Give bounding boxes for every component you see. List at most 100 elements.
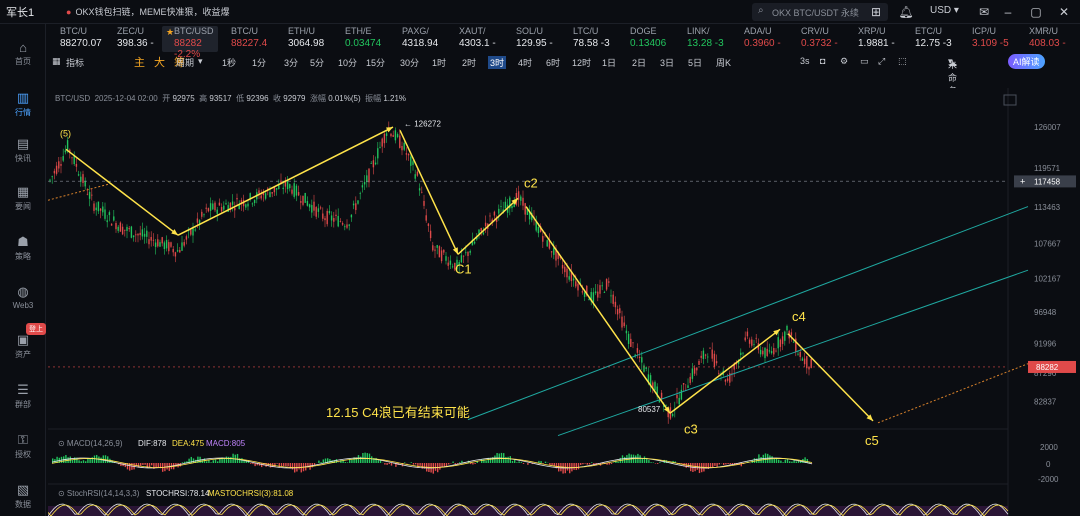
sidebar-item-flash[interactable]: ▤ 快讯 (0, 136, 46, 164)
brand-name[interactable]: 军长1 (6, 4, 34, 20)
ai-interpret-button[interactable]: AI解读 (1008, 54, 1045, 69)
camera-icon[interactable]: ◘ (820, 56, 825, 66)
chevron-down-icon[interactable]: ▾ (198, 56, 203, 67)
macd-bar (474, 463, 476, 464)
interval-16[interactable]: 5日 (688, 56, 702, 69)
ticker-item[interactable]: BTC/U 88227.4 (219, 26, 275, 52)
ticker-item[interactable]: BTC/U 88270.07 (48, 26, 104, 52)
ticker-item[interactable]: DOGE 0.13406 (618, 26, 674, 52)
interval-11[interactable]: 6时 (546, 56, 560, 69)
ticker-item[interactable]: XRP/U 1.9881 - (846, 26, 902, 52)
interval-10[interactable]: 4时 (518, 56, 532, 69)
interval-7[interactable]: 1时 (432, 56, 446, 69)
ticker-item[interactable]: LTC/U 78.58 -3 (561, 26, 617, 52)
macd-bar (344, 462, 346, 463)
candle-body (742, 352, 744, 354)
sidebar-item-home[interactable]: ⌂ 首页 (0, 40, 46, 67)
grid-icon[interactable]: ⊞ (868, 4, 884, 20)
macd-bar (641, 458, 643, 463)
interval-17[interactable]: 周K (716, 56, 731, 69)
sidebar-label: 策略 (15, 252, 31, 261)
candle-body (119, 222, 122, 232)
ticker-item[interactable]: PAXG/4318.94 (390, 26, 446, 52)
macd-bar (71, 459, 74, 463)
ticker-item[interactable]: ETH/U 3064.98 (276, 26, 332, 52)
annotation-note: 12.15 C4浪已有结束可能 (326, 405, 470, 420)
ticker-item[interactable]: XMR/U 408.03 - (1017, 26, 1073, 52)
macd-bar (538, 460, 540, 463)
macd-bar (652, 462, 654, 463)
layout-icon[interactable]: ▭ (860, 56, 869, 67)
ticker-item[interactable]: SOL/U 129.95 - (504, 26, 560, 52)
macd-bar (657, 463, 659, 464)
candle-body (295, 185, 298, 196)
sidebar-item-license[interactable]: ⚿ 授权 (0, 432, 46, 460)
indicator-button[interactable]: 指标 (66, 56, 84, 69)
sidebar-item-web3[interactable]: ◍ Web3 (0, 284, 46, 310)
mail-icon[interactable]: ✉ (976, 4, 992, 20)
candle-body (482, 232, 485, 235)
candle-body (352, 203, 355, 206)
interval-1[interactable]: 1分 (252, 56, 266, 69)
candle-body (258, 190, 260, 194)
sidebar-item-market[interactable]: ▥ 行情 (0, 90, 46, 118)
interval-3[interactable]: 5分 (310, 56, 324, 69)
macd-bar (608, 463, 610, 465)
interval-0[interactable]: 1秒 (222, 56, 236, 69)
ticker-item[interactable]: ADA/U 0.3960 - (732, 26, 788, 52)
bell-icon[interactable]: 🔔︎ (898, 4, 914, 20)
interval-13[interactable]: 1日 (602, 56, 616, 69)
interval-2[interactable]: 3分 (284, 56, 298, 69)
candle-body (779, 339, 782, 347)
interval-15[interactable]: 3日 (660, 56, 674, 69)
candle-body (689, 376, 691, 383)
bar-time: 2025-12-04 02:00 (94, 94, 158, 103)
sidebar-item-assets[interactable]: ▣ 资产 (0, 332, 46, 360)
layout-name-select[interactable]: ☁ 未命名 ▾ (948, 56, 957, 96)
fullscreen-icon[interactable]: ⬚ (898, 56, 907, 67)
candlestick-chart[interactable]: (5) C1 c2 c3 c4 c5 12.15 C4浪已有结束可能 ← 126272 8053… (48, 88, 1080, 516)
large-order-mark[interactable]: 大 (154, 54, 165, 70)
ticker-item[interactable]: XAUT/4303.1 - (447, 26, 503, 52)
interval-12[interactable]: 12时 (572, 56, 591, 69)
candle-body (546, 240, 548, 247)
ticker-item[interactable]: CRV/U 0.3732 - (789, 26, 845, 52)
main-force-mark[interactable]: 主 (134, 54, 145, 70)
interval-5[interactable]: 15分 (366, 56, 385, 69)
gear-icon[interactable]: ⚙ (840, 56, 848, 67)
candle-body (275, 188, 278, 190)
sidebar-item-data[interactable]: ▧ 数据 (0, 482, 46, 510)
indicator-icon[interactable]: ▦ (52, 56, 61, 67)
news-ticker[interactable]: ● OKX钱包扫链，MEME快准狠，收益爆 (66, 5, 229, 18)
sidebar-item-news[interactable]: ▦ 要闻 (0, 184, 46, 212)
maximize-icon[interactable]: ▢ (1028, 4, 1044, 20)
macd-bar (780, 460, 782, 463)
macd-axis-tick: -2000 (1038, 475, 1059, 484)
ticker-item[interactable]: ETC/U 12.75 -3 (903, 26, 959, 52)
interval-14[interactable]: 2日 (632, 56, 646, 69)
interval-4[interactable]: 10分 (338, 56, 357, 69)
interval-6[interactable]: 30分 (400, 56, 419, 69)
candle-body (185, 236, 188, 240)
ticker-item[interactable]: ZEC/U 398.36 - (105, 26, 161, 52)
candle-body (82, 174, 84, 183)
macd-bar (415, 463, 417, 465)
expand-icon[interactable]: ⤢ (878, 56, 885, 67)
candle-body (577, 283, 579, 291)
search-placeholder: OKX BTC/USDT 永续 (772, 8, 859, 18)
ticker-item[interactable]: ETH/E 0.03474 (333, 26, 389, 52)
period-select[interactable]: 周期 (176, 56, 194, 69)
favorite-icon[interactable]: ★ (166, 27, 174, 38)
interval-8[interactable]: 2时 (462, 56, 476, 69)
candle-body (350, 214, 353, 218)
interval-9[interactable]: 3时 (488, 56, 507, 69)
sidebar-item-community[interactable]: ☰ 群部 (0, 382, 46, 410)
sidebar-item-strategy[interactable]: ☗ 策略 (0, 234, 46, 262)
close-icon[interactable]: ✕ (1056, 4, 1072, 20)
candle-body (214, 202, 216, 211)
currency-select[interactable]: USD ▾ (930, 5, 959, 16)
ticker-item[interactable]: ICP/U 3.109 -5 (960, 26, 1016, 52)
minimize-icon[interactable]: – (1000, 4, 1016, 20)
refresh-label[interactable]: 3s (800, 56, 810, 66)
ticker-item[interactable]: LINK/13.28 -3 (675, 26, 731, 52)
